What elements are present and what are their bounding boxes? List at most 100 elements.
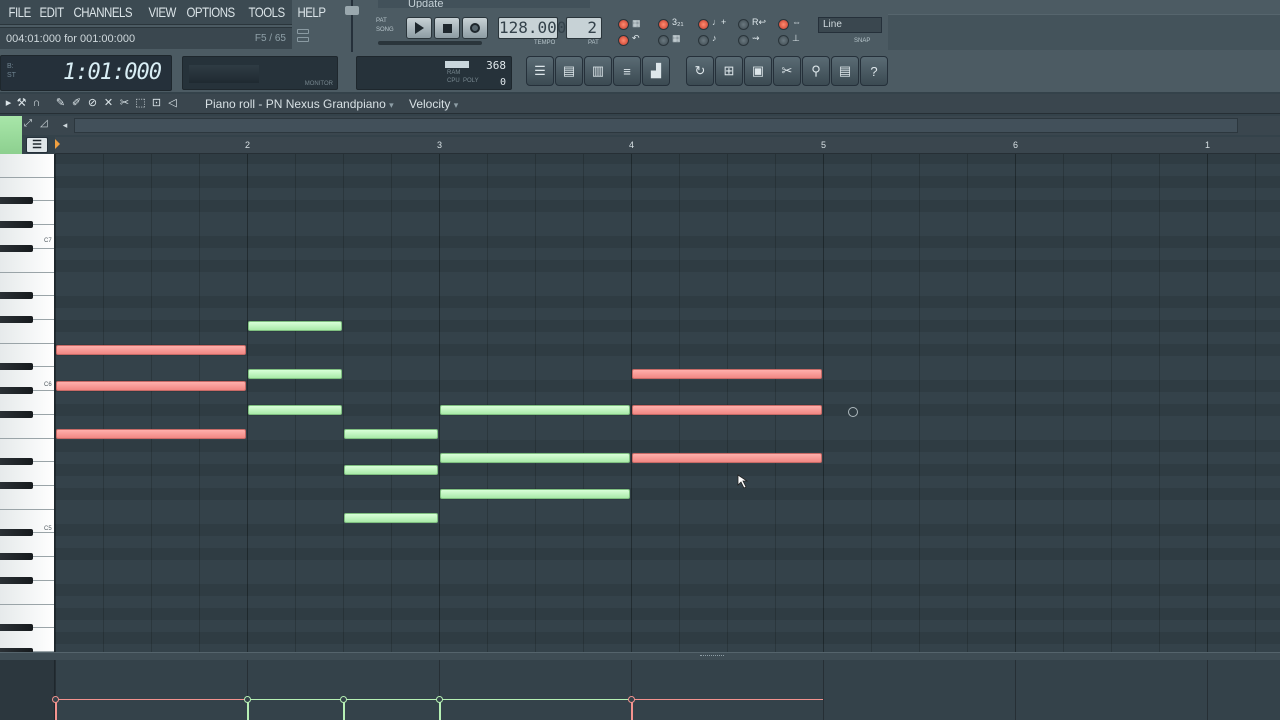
piano-roll-button[interactable]: ▥: [584, 56, 612, 86]
scroll-led[interactable]: [778, 35, 789, 46]
white-key[interactable]: [0, 154, 54, 178]
song-start-marker[interactable]: [55, 139, 60, 149]
velocity-handle[interactable]: [628, 696, 635, 703]
velocity-handle[interactable]: [244, 696, 251, 703]
velocity-event-pane[interactable]: [52, 660, 1280, 720]
white-key[interactable]: [0, 320, 54, 344]
sheet-button[interactable]: ▤: [831, 56, 859, 86]
playlist-button[interactable]: ☰: [526, 56, 554, 86]
play-button[interactable]: [406, 17, 432, 39]
black-key[interactable]: [0, 244, 33, 252]
velocity-handle[interactable]: [436, 696, 443, 703]
black-key[interactable]: [0, 624, 33, 632]
piano-roll-title-menu[interactable]: Piano roll - PN Nexus Grandpiano ▾: [205, 97, 394, 111]
help-button[interactable]: ?: [860, 56, 888, 86]
piano-roll-menu-button[interactable]: ☰: [26, 137, 48, 153]
countdown-led[interactable]: [658, 19, 669, 30]
time-ruler[interactable]: 2 3 4 5 6 1: [55, 137, 1280, 154]
mute-icon[interactable]: ✕: [101, 96, 116, 111]
note[interactable]: [248, 369, 342, 379]
typing-keyboard-led[interactable]: [618, 19, 629, 30]
note[interactable]: [632, 453, 822, 463]
cut-button[interactable]: ✂: [773, 56, 801, 86]
menu-view[interactable]: VIEW: [146, 4, 178, 20]
export-button[interactable]: ▣: [744, 56, 772, 86]
tempo-field[interactable]: 128.000: [498, 17, 566, 39]
song-position-slider[interactable]: [378, 41, 482, 45]
black-key[interactable]: [0, 458, 33, 466]
note-led[interactable]: [698, 35, 709, 46]
black-key[interactable]: [0, 529, 33, 537]
black-key[interactable]: [0, 221, 33, 229]
song-position-display[interactable]: B: ST 1:01:000: [0, 55, 172, 91]
black-key[interactable]: [0, 576, 33, 584]
note[interactable]: [632, 405, 822, 415]
magnet-icon[interactable]: ∩: [29, 96, 44, 111]
velocity-handle[interactable]: [340, 696, 347, 703]
black-key[interactable]: [0, 316, 33, 323]
note[interactable]: [344, 429, 438, 439]
loop-record-led[interactable]: [618, 35, 629, 46]
note[interactable]: [344, 465, 438, 475]
master-volume-fader[interactable]: [343, 0, 361, 52]
white-key[interactable]: [0, 248, 54, 273]
menu-file[interactable]: FILE: [6, 4, 33, 20]
menu-channels[interactable]: CHANNELS: [71, 4, 135, 20]
note[interactable]: [440, 405, 630, 415]
black-key[interactable]: [0, 410, 33, 418]
step-edit-led[interactable]: [738, 19, 749, 30]
mixer-button[interactable]: ▟: [642, 56, 670, 86]
note[interactable]: [56, 345, 246, 355]
stop-button[interactable]: [434, 17, 460, 39]
zoom-diagonal-icon[interactable]: ⤢: [24, 118, 32, 129]
scroll-left-arrow-icon[interactable]: ◂: [58, 118, 72, 133]
browser-button[interactable]: ≡: [613, 56, 641, 86]
white-key[interactable]: [0, 486, 54, 510]
black-key[interactable]: [0, 482, 33, 489]
menu-help[interactable]: HELP: [295, 4, 328, 20]
brush-icon[interactable]: ✐: [69, 96, 84, 111]
black-key[interactable]: [0, 363, 33, 371]
undo-button[interactable]: ↻: [686, 56, 714, 86]
event-pane-splitter[interactable]: [0, 652, 1280, 660]
zoom-tool-icon[interactable]: ⊡: [149, 96, 164, 111]
snap-selector[interactable]: Line: [818, 17, 882, 33]
note[interactable]: [344, 513, 438, 523]
fader-handle[interactable]: [345, 6, 359, 15]
hint-options-icon[interactable]: [296, 26, 312, 48]
select-icon[interactable]: ⬚: [133, 96, 148, 111]
zoom-controls[interactable]: ⤢ ◿: [24, 118, 56, 132]
blend-led[interactable]: [778, 19, 789, 30]
black-key[interactable]: [0, 197, 33, 205]
velocity-handle[interactable]: [52, 696, 59, 703]
note[interactable]: [56, 381, 246, 391]
white-key[interactable]: [0, 580, 54, 605]
piano-keyboard[interactable]: C7 C6 C5: [0, 154, 55, 652]
pencil-icon[interactable]: ✎: [53, 96, 68, 111]
delete-icon[interactable]: ⊘: [85, 96, 100, 111]
mixer-led[interactable]: [738, 35, 749, 46]
wrench-icon[interactable]: ⚒: [14, 96, 29, 111]
note-grid[interactable]: [55, 154, 1280, 652]
horizontal-scrollbar[interactable]: [74, 118, 1238, 133]
slice-icon[interactable]: ✂: [117, 96, 132, 111]
black-key[interactable]: [0, 553, 33, 561]
white-key[interactable]: [0, 414, 54, 439]
menu-tools[interactable]: TOOLS: [246, 4, 287, 20]
event-target-menu[interactable]: Velocity ▾: [409, 97, 458, 111]
pat-song-switch[interactable]: PAT SONG: [376, 17, 394, 35]
black-key[interactable]: [0, 387, 33, 395]
wait-led[interactable]: [658, 35, 669, 46]
zoom-button[interactable]: ⚲: [802, 56, 830, 86]
metronome-led[interactable]: [698, 19, 709, 30]
splitter-grip[interactable]: [700, 655, 724, 657]
note[interactable]: [56, 429, 246, 439]
note[interactable]: [440, 453, 630, 463]
note[interactable]: [248, 405, 342, 415]
step-sequencer-button[interactable]: ▤: [555, 56, 583, 86]
pattern-selector[interactable]: 2: [566, 17, 602, 39]
record-button[interactable]: [462, 17, 488, 39]
note[interactable]: [632, 369, 822, 379]
black-key[interactable]: [0, 292, 33, 300]
zoom-horizontal-icon[interactable]: ◿: [40, 118, 48, 129]
